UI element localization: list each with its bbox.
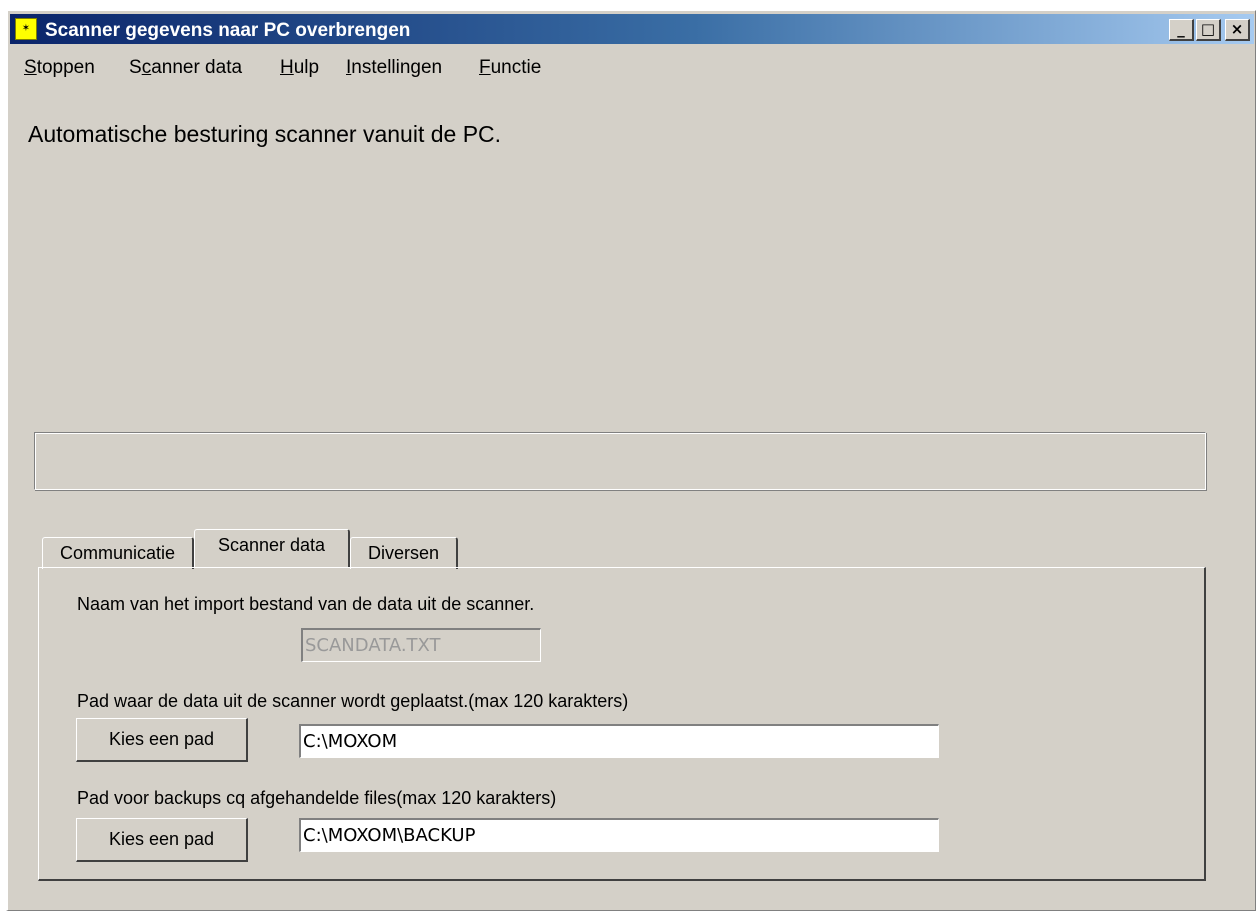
import-file-label: Naam van het import bestand van de data …	[77, 594, 535, 614]
menu-scanner-data[interactable]: Scanner data	[129, 57, 242, 79]
menu-scanner-data-text-before: S	[129, 57, 142, 78]
close-button[interactable]: ×	[1225, 19, 1250, 41]
data-path-input[interactable]	[299, 724, 939, 758]
menu-hulp-text-after: ulp	[293, 57, 320, 78]
title-bar[interactable]: ✶ Scanner gegevens naar PC overbrengen _…	[10, 14, 1254, 44]
minimize-button[interactable]: _	[1169, 19, 1194, 41]
main-window: ✶ Scanner gegevens naar PC overbrengen _…	[6, 10, 1256, 911]
tab-panel-scanner-data: Naam van het import bestand van de data …	[38, 567, 1206, 881]
menu-instellingen-text-after: nstellingen	[351, 57, 443, 78]
menu-hulp-accel: H	[280, 57, 294, 78]
backup-path-input[interactable]	[299, 818, 939, 852]
menu-instellingen[interactable]: Instellingen	[346, 57, 442, 79]
window-title: Scanner gegevens naar PC overbrengen	[45, 20, 411, 41]
menu-scanner-data-text-after: anner data	[151, 57, 243, 78]
status-panel	[34, 432, 1206, 490]
menu-hulp[interactable]: Hulp	[280, 57, 319, 79]
maximize-button[interactable]: □	[1196, 19, 1221, 41]
menu-scanner-data-accel: c	[141, 57, 152, 78]
choose-data-path-button[interactable]: Kies een pad	[76, 718, 248, 762]
menu-functie-text-after: unctie	[490, 57, 542, 78]
app-icon[interactable]: ✶	[15, 18, 37, 40]
menu-functie-accel: F	[479, 57, 491, 78]
page-heading: Automatische besturing scanner vanuit de…	[28, 121, 502, 147]
menu-stoppen-text-after: toppen	[36, 57, 95, 78]
backup-path-label: Pad voor backups cq afgehandelde files(m…	[77, 788, 557, 808]
import-file-input	[301, 628, 541, 662]
menu-stoppen[interactable]: Stoppen	[24, 57, 95, 79]
tab-scanner-data[interactable]: Scanner data	[194, 529, 350, 567]
data-path-label: Pad waar de data uit de scanner wordt ge…	[77, 691, 629, 711]
tab-communicatie[interactable]: Communicatie	[42, 537, 194, 569]
choose-backup-path-button[interactable]: Kies een pad	[76, 818, 248, 862]
menu-stoppen-accel: S	[24, 57, 37, 78]
menu-functie[interactable]: Functie	[479, 57, 541, 79]
tab-diversen[interactable]: Diversen	[350, 537, 458, 569]
